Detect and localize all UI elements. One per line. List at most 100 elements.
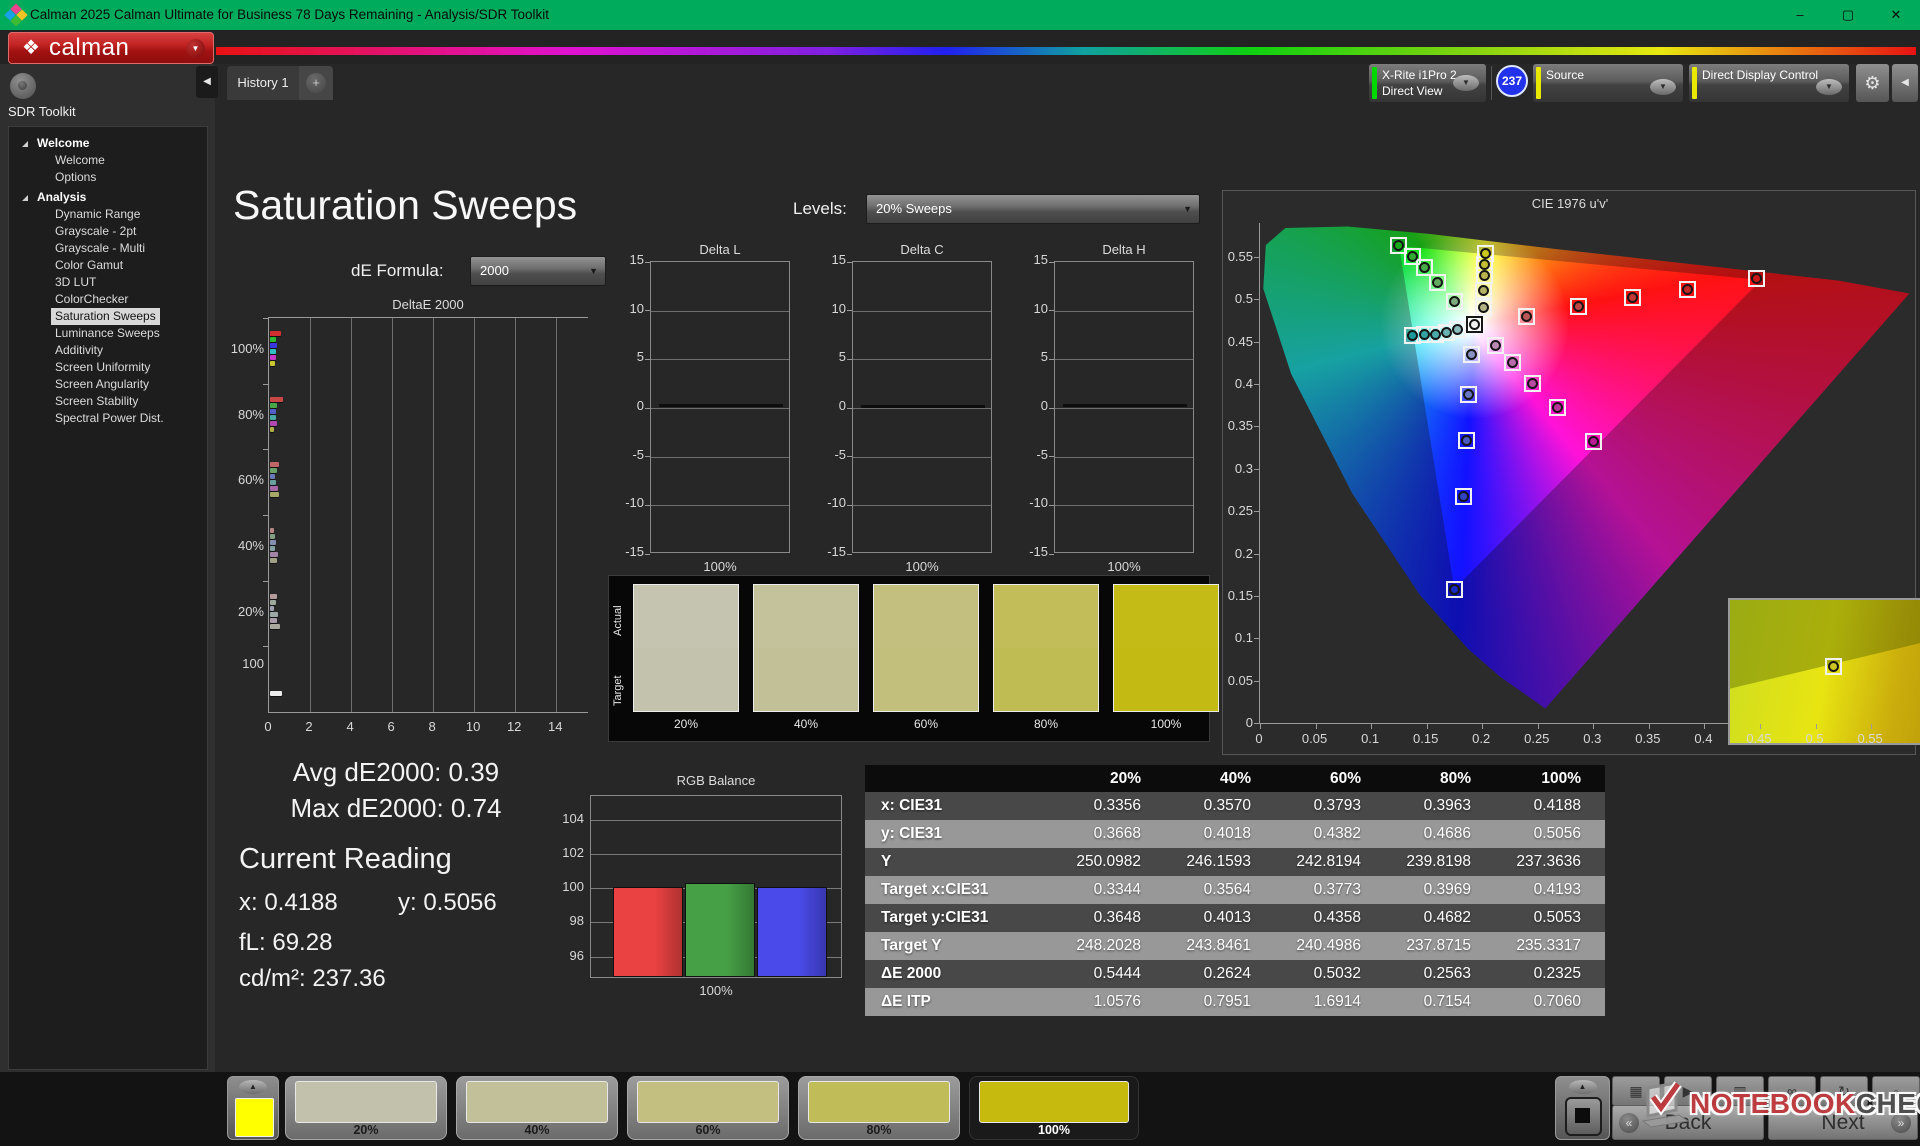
pattern-button-40%[interactable]: 40% — [456, 1076, 618, 1140]
gridline — [853, 359, 991, 360]
sidebar-item-options[interactable]: Options — [9, 169, 207, 186]
sidebar-item-grayscale-2pt[interactable]: Grayscale - 2pt — [9, 223, 207, 240]
column-header-20%: 20% — [1055, 765, 1165, 792]
sidebar-item-spectral-power-dist-[interactable]: Spectral Power Dist. — [9, 410, 207, 427]
expand-arrow-icon — [22, 141, 28, 147]
gridline — [1055, 457, 1193, 458]
meter-dropdown[interactable]: X-Rite i1Pro 2 Direct View ▼ — [1369, 64, 1486, 102]
delta-y-label: -5 — [608, 447, 644, 462]
stop-square-icon — [1575, 1108, 1590, 1123]
add-tab-button[interactable]: + — [299, 66, 333, 100]
panel-collapse-button[interactable]: ◀ — [1892, 64, 1918, 102]
cie-y-tick: 0.4 — [1223, 376, 1253, 391]
sidebar-item-additivity[interactable]: Additivity — [9, 342, 207, 359]
sidebar-item-screen-angularity[interactable]: Screen Angularity — [9, 376, 207, 393]
delta-chart — [852, 261, 992, 553]
swatch-label: 80% — [993, 717, 1099, 731]
cie-y-tick: 0.2 — [1223, 546, 1253, 561]
sidebar-orb-button[interactable] — [10, 73, 36, 99]
deltae-bar — [270, 343, 277, 348]
levels-dropdown[interactable]: 20% Sweeps ▼ — [866, 194, 1200, 224]
max-de2000: Max dE2000: 0.74 — [250, 793, 542, 824]
up-arrow-icon[interactable]: ▲ — [239, 1080, 267, 1094]
chevron-down-icon[interactable]: ▼ — [1453, 75, 1479, 91]
actual-target-swatch-panel: Actual Target 20%40%60%80%100% — [608, 575, 1210, 742]
cie-x-tick: 0.55 — [1852, 731, 1888, 746]
delta-y-label: -10 — [608, 495, 644, 510]
pattern-label: 100% — [970, 1123, 1138, 1137]
tab-history-1[interactable]: History 1 — [227, 66, 299, 100]
selected-item-label: Saturation Sweeps — [51, 308, 160, 325]
deltae-bar — [270, 528, 274, 533]
tick — [1254, 638, 1259, 639]
minimize-icon[interactable]: – — [1776, 0, 1824, 30]
delta-chart — [1054, 261, 1194, 553]
sidebar-item-analysis[interactable]: Analysis — [9, 189, 207, 206]
de-formula-label: dE Formula: — [351, 261, 444, 281]
source-dropdown[interactable]: Source ▼ — [1533, 64, 1683, 102]
sidebar-item-luminance-sweeps[interactable]: Luminance Sweeps — [9, 325, 207, 342]
chevron-down-icon[interactable]: ▼ — [1650, 79, 1676, 95]
deltae-y-label: 100 — [222, 656, 264, 671]
sidebar-item-screen-uniformity[interactable]: Screen Uniformity — [9, 359, 207, 376]
table-cell: 0.7060 — [1495, 988, 1605, 1016]
deltae-bar — [270, 540, 276, 545]
measured-point — [1441, 327, 1452, 338]
sidebar-item-screen-stability[interactable]: Screen Stability — [9, 393, 207, 410]
chevron-down-icon[interactable]: ▼ — [186, 39, 205, 58]
up-arrow-icon[interactable]: ▲ — [1569, 1080, 1597, 1094]
pattern-preview-swatch[interactable] — [235, 1098, 274, 1137]
tick — [645, 359, 650, 360]
sidebar-item-dynamic-range[interactable]: Dynamic Range — [9, 206, 207, 223]
sidebar-item-3d-lut[interactable]: 3D LUT — [9, 274, 207, 291]
settings-button[interactable]: ⚙ — [1856, 64, 1889, 102]
delta-value-line — [659, 404, 783, 407]
sidebar-item-welcome[interactable]: Welcome — [9, 135, 207, 152]
table-cell: 0.4682 — [1385, 904, 1495, 932]
deltae-bar — [270, 337, 276, 342]
tick — [1049, 505, 1054, 506]
gridline — [351, 318, 352, 712]
measurement-count-badge[interactable]: 237 — [1496, 65, 1528, 97]
sidebar-collapse-button[interactable]: ◀ — [196, 66, 218, 98]
row-label: Target y:CIE31 — [865, 904, 1055, 932]
gridline — [853, 505, 991, 506]
chevron-down-icon[interactable]: ▼ — [1816, 79, 1842, 95]
pattern-button-80%[interactable]: 80% — [798, 1076, 960, 1140]
sidebar-item-welcome[interactable]: Welcome — [9, 152, 207, 169]
swatch-label: 40% — [753, 717, 859, 731]
calman-logo-text: calman — [49, 34, 129, 62]
stop-button[interactable] — [1565, 1097, 1602, 1136]
deltae-bar — [270, 594, 277, 599]
cie-x-tick: 0 — [1241, 731, 1277, 746]
pattern-button-100%[interactable]: 100% — [969, 1076, 1139, 1140]
sidebar-item-color-gamut[interactable]: Color Gamut — [9, 257, 207, 274]
rgb-y-label: 102 — [550, 845, 584, 860]
target-label: Target — [612, 658, 628, 724]
measured-point — [1588, 436, 1599, 447]
cie-x-tick: 0.15 — [1408, 731, 1444, 746]
delta-y-label: 5 — [1012, 349, 1048, 364]
close-icon[interactable]: ✕ — [1872, 0, 1920, 30]
sidebar-item-grayscale-multi[interactable]: Grayscale - Multi — [9, 240, 207, 257]
maximize-icon[interactable]: ▢ — [1824, 0, 1872, 30]
deltae-bar — [270, 468, 277, 473]
reading-y: y: 0.5056 — [398, 889, 497, 917]
deltae-bar — [270, 480, 276, 485]
display-control-dropdown[interactable]: Direct Display Control ▼ — [1689, 64, 1849, 102]
group-tick — [263, 646, 269, 647]
sidebar-item-saturation-sweeps[interactable]: Saturation Sweeps — [9, 308, 207, 325]
workspace-tabs: History 1 + — [227, 66, 333, 100]
tick — [1254, 596, 1259, 597]
calman-menu-button[interactable]: ❖ calman ▼ — [8, 32, 214, 64]
de-formula-dropdown[interactable]: 2000 ▼ — [470, 256, 606, 286]
deltae-bar — [270, 349, 276, 354]
delta-y-label: 10 — [810, 301, 846, 316]
delta-chart — [650, 261, 790, 553]
sidebar-item-colorchecker[interactable]: ColorChecker — [9, 291, 207, 308]
pattern-button-20%[interactable]: 20% — [285, 1076, 447, 1140]
pattern-button-60%[interactable]: 60% — [627, 1076, 789, 1140]
deltae-bar — [270, 691, 282, 696]
calman-logo-icon: ❖ — [19, 36, 43, 60]
measured-point — [1507, 357, 1518, 368]
